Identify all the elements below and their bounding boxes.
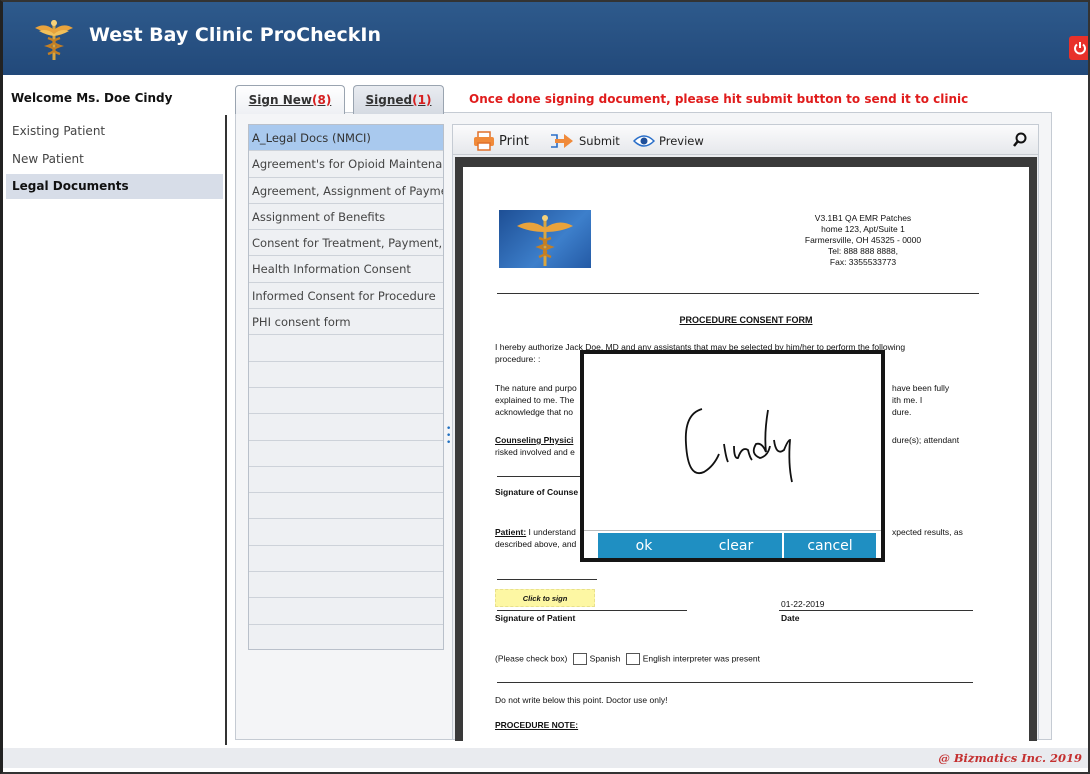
- click-to-sign-button[interactable]: Click to sign: [495, 589, 595, 607]
- spanish-label: Spanish: [589, 653, 621, 664]
- empty-list-item: [249, 572, 443, 599]
- empty-list-item: [249, 519, 443, 546]
- ok-button[interactable]: ok: [598, 533, 690, 558]
- clinic-phone: Tel: 888 888 8888,: [828, 246, 898, 256]
- caduceus-icon: [517, 215, 573, 266]
- list-item[interactable]: A_Legal Docs (NMCI): [249, 125, 443, 152]
- preview-button[interactable]: Preview: [633, 130, 704, 152]
- list-item[interactable]: Assignment of Benefits: [249, 204, 443, 231]
- date-rule: [779, 610, 973, 611]
- nature-line-1-end: have been fully: [892, 383, 950, 393]
- patient-text: I understand: [526, 527, 576, 537]
- signature-dialog-divider: [584, 530, 881, 531]
- footer-bar: [3, 748, 1088, 768]
- check-box-row: (Please check box) Spanish English inter…: [495, 653, 985, 665]
- app-title: West Bay Clinic ProCheckIn: [89, 24, 381, 46]
- app-window: West Bay Clinic ProCheckIn Welcome Ms. D…: [0, 0, 1090, 774]
- empty-list-item: [249, 598, 443, 625]
- sidebar-item-legal-documents[interactable]: Legal Documents: [6, 174, 223, 199]
- signature-canvas[interactable]: [584, 354, 881, 524]
- date-label: Date: [781, 613, 800, 623]
- cancel-button[interactable]: cancel: [784, 533, 876, 558]
- submit-arrow-icon: [551, 134, 573, 148]
- print-label: Print: [499, 133, 529, 149]
- empty-list-item: [249, 546, 443, 573]
- click-sign-rule: [497, 579, 597, 580]
- tab-sign-new[interactable]: Sign New (8): [235, 85, 345, 114]
- list-item[interactable]: Informed Consent for Procedure: [249, 283, 443, 310]
- empty-list-item: [249, 388, 443, 415]
- tab-sign-new-count: (8): [312, 93, 332, 107]
- header-rule: [497, 293, 979, 294]
- empty-list-item: [249, 441, 443, 467]
- viewer-toolbar: Print Submit Preview: [453, 125, 1038, 155]
- patient-line-end: xpected results, as: [892, 527, 963, 537]
- procedure-note-label: PROCEDURE NOTE:: [495, 720, 579, 730]
- submit-label: Submit: [579, 134, 620, 148]
- preview-label: Preview: [659, 134, 704, 148]
- clinic-street: home 123, Apt/Suite 1: [821, 224, 905, 234]
- patient-signature-label: Signature of Patient: [495, 613, 576, 623]
- list-item[interactable]: Agreement, Assignment of Paymen...: [249, 178, 443, 204]
- submit-button[interactable]: Submit: [549, 130, 620, 152]
- english-interpreter-label: English interpreter was present: [642, 653, 760, 664]
- power-glyph: [1074, 42, 1086, 55]
- form-title: PROCEDURE CONSENT FORM: [679, 315, 813, 325]
- empty-list-item: [249, 335, 443, 362]
- clinic-city: Farmersville, OH 45325 - 0000: [804, 235, 922, 245]
- spanish-checkbox[interactable]: [572, 653, 587, 665]
- power-icon[interactable]: [1069, 36, 1088, 60]
- submit-notice: Once done signing document, please hit s…: [469, 92, 969, 106]
- clinic-fax: Fax: 3355533773: [829, 257, 897, 267]
- empty-list-item: [249, 467, 443, 494]
- english-interpreter-checkbox[interactable]: [625, 653, 640, 665]
- clinic-name: V3.1B1 QA EMR Patches: [814, 213, 912, 223]
- clinic-logo: [499, 210, 591, 268]
- print-button[interactable]: Print: [473, 130, 529, 152]
- eye-icon: [633, 135, 655, 147]
- doctor-section-rule: [497, 682, 973, 683]
- empty-list-item: [249, 493, 443, 520]
- zoom-icon[interactable]: [1013, 132, 1027, 148]
- sidebar-item-new-patient[interactable]: New Patient: [6, 147, 223, 172]
- list-item[interactable]: Consent for Treatment, Payment,...: [249, 230, 443, 257]
- nature-line-2-end: ith me. I: [892, 395, 923, 405]
- counseling-line-end: dure(s); attendant: [892, 435, 960, 445]
- patient-label: Patient:: [495, 527, 527, 537]
- welcome-text: Welcome Ms. Doe Cindy: [11, 91, 173, 105]
- clear-button[interactable]: clear: [690, 533, 782, 558]
- tab-signed-count: (1): [412, 93, 432, 107]
- clinic-address: V3.1B1 QA EMR Patches home 123, Apt/Suit…: [713, 213, 1013, 268]
- signature-date-value: 01-22-2019: [781, 599, 825, 609]
- nature-line-3-end: dure.: [892, 407, 912, 417]
- list-item[interactable]: Health Information Consent: [249, 256, 443, 283]
- tab-sign-new-label: Sign New: [248, 93, 312, 107]
- sidebar-divider: [225, 115, 227, 745]
- printer-icon: [474, 131, 494, 151]
- patient-sign-rule: [497, 610, 687, 611]
- caduceus-icon: [35, 20, 73, 60]
- signature-dialog: ok clear cancel: [580, 350, 885, 562]
- list-item[interactable]: PHI consent form: [249, 309, 443, 336]
- empty-list-item: [249, 362, 443, 388]
- footer-copyright: @ Bizmatics Inc. 2019: [938, 751, 1082, 765]
- app-header: West Bay Clinic ProCheckIn: [3, 2, 1088, 75]
- doctor-only-note: Do not write below this point. Doctor us…: [495, 695, 668, 705]
- list-item[interactable]: Agreement's for Opioid Maintenanc...: [249, 151, 443, 178]
- tab-signed-label: Signed: [365, 93, 413, 107]
- empty-list-item: [249, 414, 443, 441]
- check-box-prompt: (Please check box): [495, 653, 568, 664]
- tab-signed[interactable]: Signed (1): [353, 85, 444, 114]
- empty-list-item: [249, 625, 443, 651]
- document-list: A_Legal Docs (NMCI) Agreement's for Opio…: [248, 124, 444, 650]
- panel-splitter-handle[interactable]: • • •: [446, 425, 451, 448]
- sidebar-item-existing-patient[interactable]: Existing Patient: [6, 119, 223, 144]
